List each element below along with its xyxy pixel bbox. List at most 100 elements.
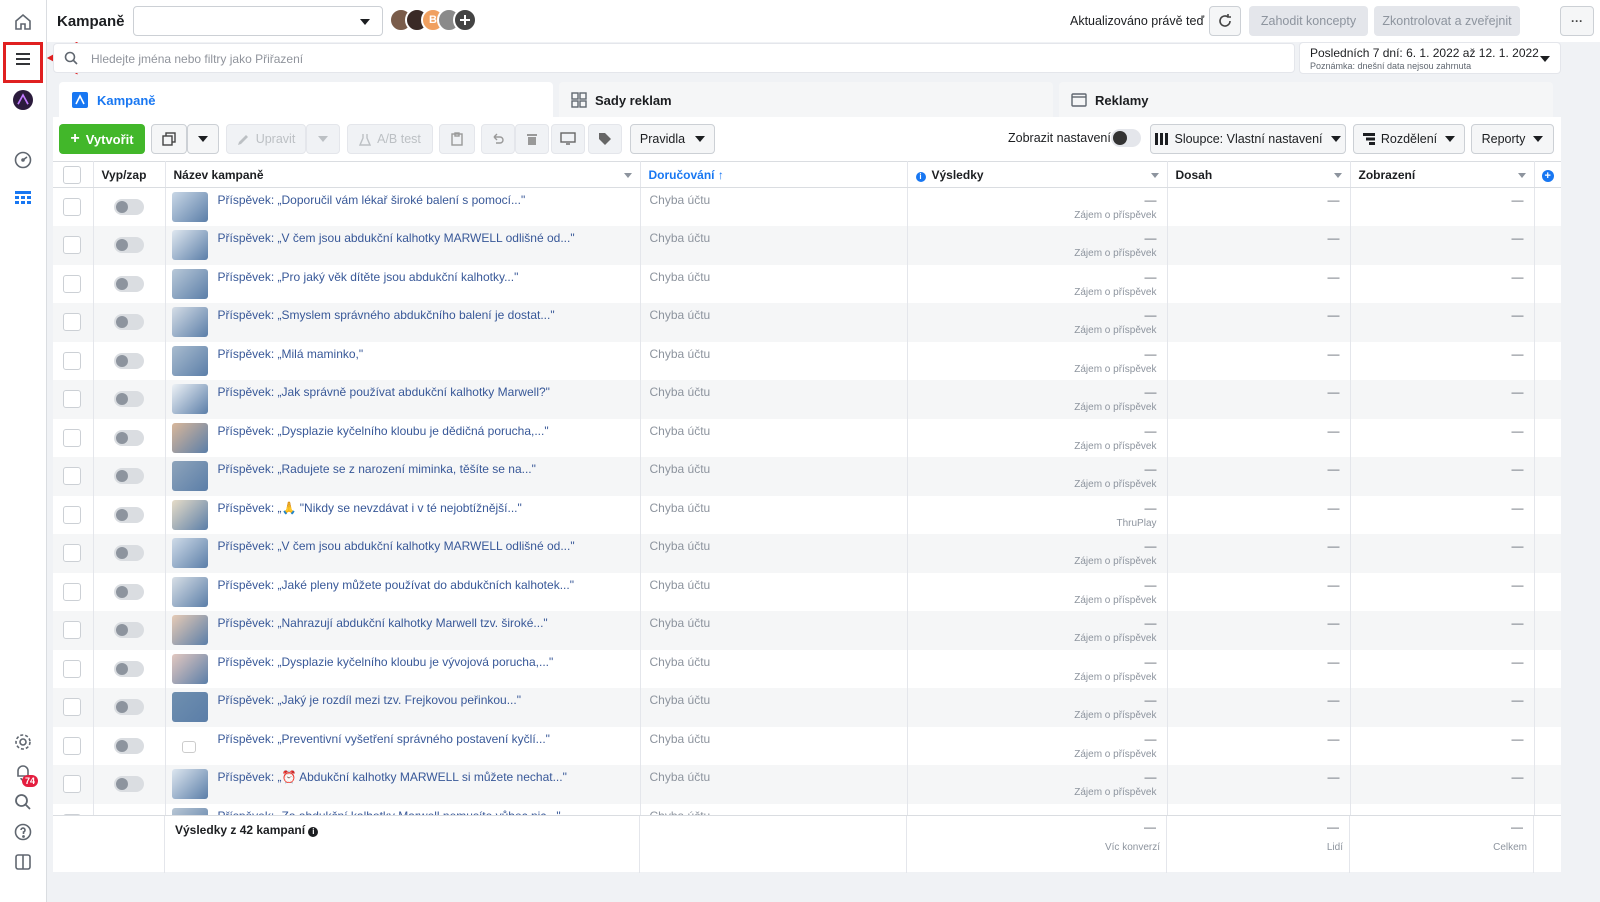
campaign-toggle[interactable] <box>113 237 144 253</box>
campaign-toggle[interactable] <box>113 275 144 292</box>
add-collaborator-icon[interactable] <box>453 8 477 32</box>
tab-campaigns[interactable]: Kampaně <box>59 82 553 118</box>
table-row[interactable]: Příspěvek: „Radujete se z narození mimin… <box>53 457 1561 496</box>
campaign-name-link[interactable]: Příspěvek: „🙏 "Nikdy se nevzdávat i v té… <box>218 501 522 515</box>
campaign-name-link[interactable]: Příspěvek: „Jak správně používat abdukčn… <box>218 385 550 399</box>
campaign-name-link[interactable]: Příspěvek: „Milá maminko," <box>218 347 364 361</box>
campaign-toggle[interactable] <box>113 622 144 638</box>
campaign-toggle[interactable] <box>113 583 144 600</box>
add-column-icon[interactable]: + <box>1541 169 1554 182</box>
column-menu-icon[interactable] <box>623 173 632 178</box>
table-row[interactable]: Příspěvek: „V čem jsou abdukční kalhotky… <box>53 534 1561 573</box>
table-row[interactable]: Příspěvek: „Jak správně používat abdukčn… <box>53 380 1561 419</box>
campaign-toggle[interactable] <box>113 314 144 330</box>
col-onoff[interactable]: Vyp/zap <box>93 161 166 188</box>
table-row[interactable]: Příspěvek: „Dysplazie kyčelního kloubu j… <box>53 649 1561 688</box>
dashboard-icon[interactable] <box>11 148 35 172</box>
duplicate-dropdown[interactable] <box>187 124 219 154</box>
review-publish-button[interactable]: Zkontrolovat a zveřejnit <box>1374 6 1520 36</box>
home-icon[interactable] <box>11 10 35 34</box>
campaign-name-link[interactable]: Příspěvek: „V čem jsou abdukční kalhotky… <box>218 231 575 245</box>
more-button[interactable]: ··· <box>1560 6 1594 36</box>
date-range-picker[interactable]: Posledních 7 dní: 6. 1. 2022 až 12. 1. 2… <box>1299 42 1561 74</box>
table-row[interactable]: Příspěvek: „Milá maminko," Chyba účtu — Záj… <box>53 341 1561 380</box>
search-icon[interactable] <box>11 790 35 814</box>
collaborator-avatars[interactable]: B <box>389 8 477 32</box>
breakdown-button[interactable]: Rozdělení <box>1353 124 1465 154</box>
row-checkbox[interactable] <box>63 274 81 293</box>
discard-drafts-button[interactable]: Zahodit koncepty <box>1249 6 1368 36</box>
campaign-toggle[interactable] <box>113 429 144 446</box>
campaign-name-link[interactable]: Příspěvek: „Smyslem správného abdukčního… <box>218 308 555 322</box>
table-row[interactable]: Příspěvek: „Doporučil vám lékař široké b… <box>53 187 1561 226</box>
show-settings-toggle[interactable] <box>1111 129 1141 147</box>
campaign-name-link[interactable]: Příspěvek: „V čem jsou abdukční kalhotky… <box>218 539 575 553</box>
edit-dropdown[interactable] <box>306 124 340 154</box>
col-delivery[interactable]: Doručování ↑ <box>640 161 908 188</box>
campaign-name-link[interactable]: Příspěvek: „Pro jaký věk dítěte jsou abd… <box>218 270 519 284</box>
table-row[interactable]: Příspěvek: „Pro jaký věk dítěte jsou abd… <box>53 264 1561 303</box>
row-checkbox[interactable] <box>63 621 81 639</box>
rules-button[interactable]: Pravidla <box>630 124 715 154</box>
row-checkbox[interactable] <box>63 198 81 216</box>
col-results[interactable]: i Výsledky <box>907 161 1168 188</box>
row-checkbox[interactable] <box>63 582 81 601</box>
row-checkbox[interactable] <box>63 698 81 716</box>
settings-icon[interactable] <box>11 730 35 754</box>
column-menu-icon[interactable] <box>1333 173 1342 178</box>
row-checkbox[interactable] <box>63 428 81 447</box>
campaign-toggle[interactable] <box>113 660 144 677</box>
campaign-toggle[interactable] <box>113 468 144 484</box>
campaign-toggle[interactable] <box>113 506 144 523</box>
campaign-toggle[interactable] <box>113 199 144 215</box>
col-reach[interactable]: Dosah <box>1167 161 1351 188</box>
campaign-name-link[interactable]: Příspěvek: „Dysplazie kyčelního kloubu j… <box>218 424 549 438</box>
row-checkbox[interactable] <box>63 313 81 331</box>
row-checkbox[interactable] <box>63 659 81 678</box>
column-menu-icon[interactable] <box>1150 173 1159 178</box>
tab-ads[interactable]: Reklamy <box>1059 82 1553 118</box>
campaign-toggle[interactable] <box>113 391 144 407</box>
campaign-toggle[interactable] <box>113 737 144 754</box>
campaign-name-link[interactable]: Příspěvek: „⏰ Abdukční kalhotky MARWELL … <box>218 770 567 784</box>
row-checkbox[interactable] <box>63 390 81 408</box>
create-button[interactable]: + Vytvořit <box>59 124 145 154</box>
account-select[interactable] <box>133 6 383 36</box>
account-avatar[interactable] <box>11 88 35 112</box>
campaign-toggle[interactable] <box>113 352 144 369</box>
archive-button[interactable] <box>439 124 475 154</box>
table-row[interactable]: Příspěvek: „⏰ Abdukční kalhotky MARWELL … <box>53 765 1561 804</box>
report-problem-icon[interactable] <box>11 850 35 874</box>
campaign-toggle[interactable] <box>113 545 144 561</box>
col-impressions[interactable]: Zobrazení <box>1350 161 1535 188</box>
campaign-name-link[interactable]: Příspěvek: „Jaký je rozdíl mezi tzv. Fre… <box>218 693 521 707</box>
tag-button[interactable] <box>588 124 622 154</box>
columns-button[interactable]: Sloupce: Vlastní nastavení <box>1150 124 1346 154</box>
table-row[interactable]: Příspěvek: „Nahrazují abdukční kalhotky … <box>53 611 1561 650</box>
tab-adsets[interactable]: Sady reklam <box>559 82 1053 118</box>
campaign-toggle[interactable] <box>113 776 144 792</box>
delete-button[interactable] <box>515 124 549 154</box>
col-name[interactable]: Název kampaně <box>165 161 641 188</box>
row-checkbox[interactable] <box>63 736 81 755</box>
row-checkbox[interactable] <box>63 351 81 370</box>
ab-test-button[interactable]: A/B test <box>347 124 433 154</box>
campaign-name-link[interactable]: Příspěvek: „Radujete se z narození mimin… <box>218 462 536 476</box>
row-checkbox[interactable] <box>63 544 81 562</box>
campaign-name-link[interactable]: Příspěvek: „Doporučil vám lékař široké b… <box>218 193 526 207</box>
reports-button[interactable]: Reporty <box>1471 124 1554 154</box>
column-menu-icon[interactable] <box>1517 173 1526 178</box>
table-row[interactable]: Příspěvek: „Jaký je rozdíl mezi tzv. Fre… <box>53 688 1561 727</box>
campaign-name-link[interactable]: Příspěvek: „Preventivní vyšetření správn… <box>218 732 550 746</box>
select-all-checkbox[interactable] <box>63 165 81 184</box>
campaign-toggle[interactable] <box>113 699 144 715</box>
edit-button[interactable]: Upravit <box>226 124 306 154</box>
preview-button[interactable] <box>551 124 585 154</box>
table-row[interactable]: Příspěvek: „Dysplazie kyčelního kloubu j… <box>53 418 1561 457</box>
table-row[interactable]: Příspěvek: „Smyslem správného abdukčního… <box>53 303 1561 342</box>
table-row[interactable]: Příspěvek: „V čem jsou abdukční kalhotky… <box>53 226 1561 265</box>
search-input[interactable]: Hledejte jména nebo filtry jako Přiřazen… <box>53 43 1295 73</box>
table-row[interactable]: Příspěvek: „Jaké pleny můžete používat d… <box>53 572 1561 611</box>
ads-manager-icon[interactable] <box>11 186 35 210</box>
campaign-name-link[interactable]: Příspěvek: „Jaké pleny můžete používat d… <box>218 578 574 592</box>
